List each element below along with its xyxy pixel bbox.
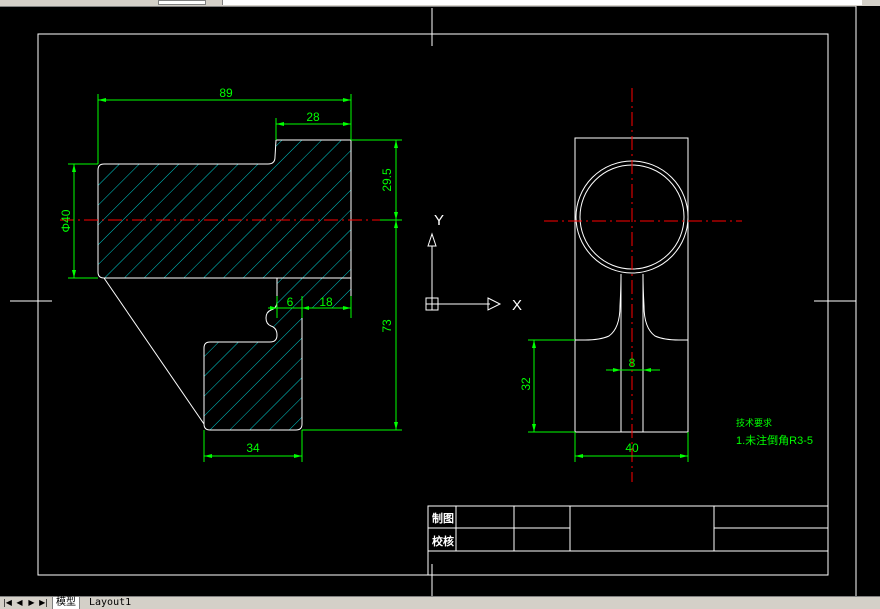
dim-side-height: 32 bbox=[519, 377, 533, 391]
dim-right-lower: 73 bbox=[380, 319, 394, 333]
tab-last-button[interactable]: ▶| bbox=[38, 598, 49, 608]
dim-side-neck: 8 bbox=[629, 356, 636, 370]
ucs-icon bbox=[425, 232, 502, 311]
ucs-y-label: Y bbox=[434, 212, 444, 229]
notes-line1: 1.未注倒角R3-5 bbox=[736, 433, 813, 447]
dim-top-width: 89 bbox=[219, 86, 233, 100]
tab-prev-button[interactable]: ◀ bbox=[14, 598, 25, 608]
layout-tab-bar: |◀ ◀ ▶ ▶| 模型 Layout1 bbox=[0, 596, 880, 609]
dim-neck: 6 bbox=[287, 295, 294, 309]
dim-diameter: Φ40 bbox=[59, 209, 73, 232]
drawing-canvas[interactable]: 89 28 29.5 73 Φ40 6 18 34 Y X 32 40 8 技术… bbox=[0, 6, 880, 596]
toolbar-field[interactable] bbox=[158, 0, 206, 5]
title-block bbox=[427, 505, 829, 576]
tab-first-button[interactable]: |◀ bbox=[2, 598, 13, 608]
dim-right-upper: 29.5 bbox=[380, 168, 394, 192]
tab-model[interactable]: 模型 bbox=[52, 597, 80, 609]
centering-marks bbox=[10, 8, 856, 596]
dim-side-width: 40 bbox=[625, 441, 639, 455]
side-dim-arrows bbox=[532, 340, 688, 458]
command-field[interactable] bbox=[222, 0, 862, 5]
tab-next-button[interactable]: ▶ bbox=[26, 598, 37, 608]
tab-layout1[interactable]: Layout1 bbox=[86, 597, 134, 609]
title-drawn-label: 制图 bbox=[432, 511, 454, 525]
ucs-x-label: X bbox=[512, 297, 522, 314]
front-view-part[interactable] bbox=[97, 139, 352, 431]
dim-bottom: 34 bbox=[246, 441, 260, 455]
notes-title: 技术要求 bbox=[736, 417, 772, 428]
side-dimensions bbox=[528, 339, 689, 462]
title-checked-label: 校核 bbox=[432, 534, 454, 548]
dim-top-small: 28 bbox=[306, 110, 320, 124]
dim-step: 18 bbox=[319, 295, 333, 309]
